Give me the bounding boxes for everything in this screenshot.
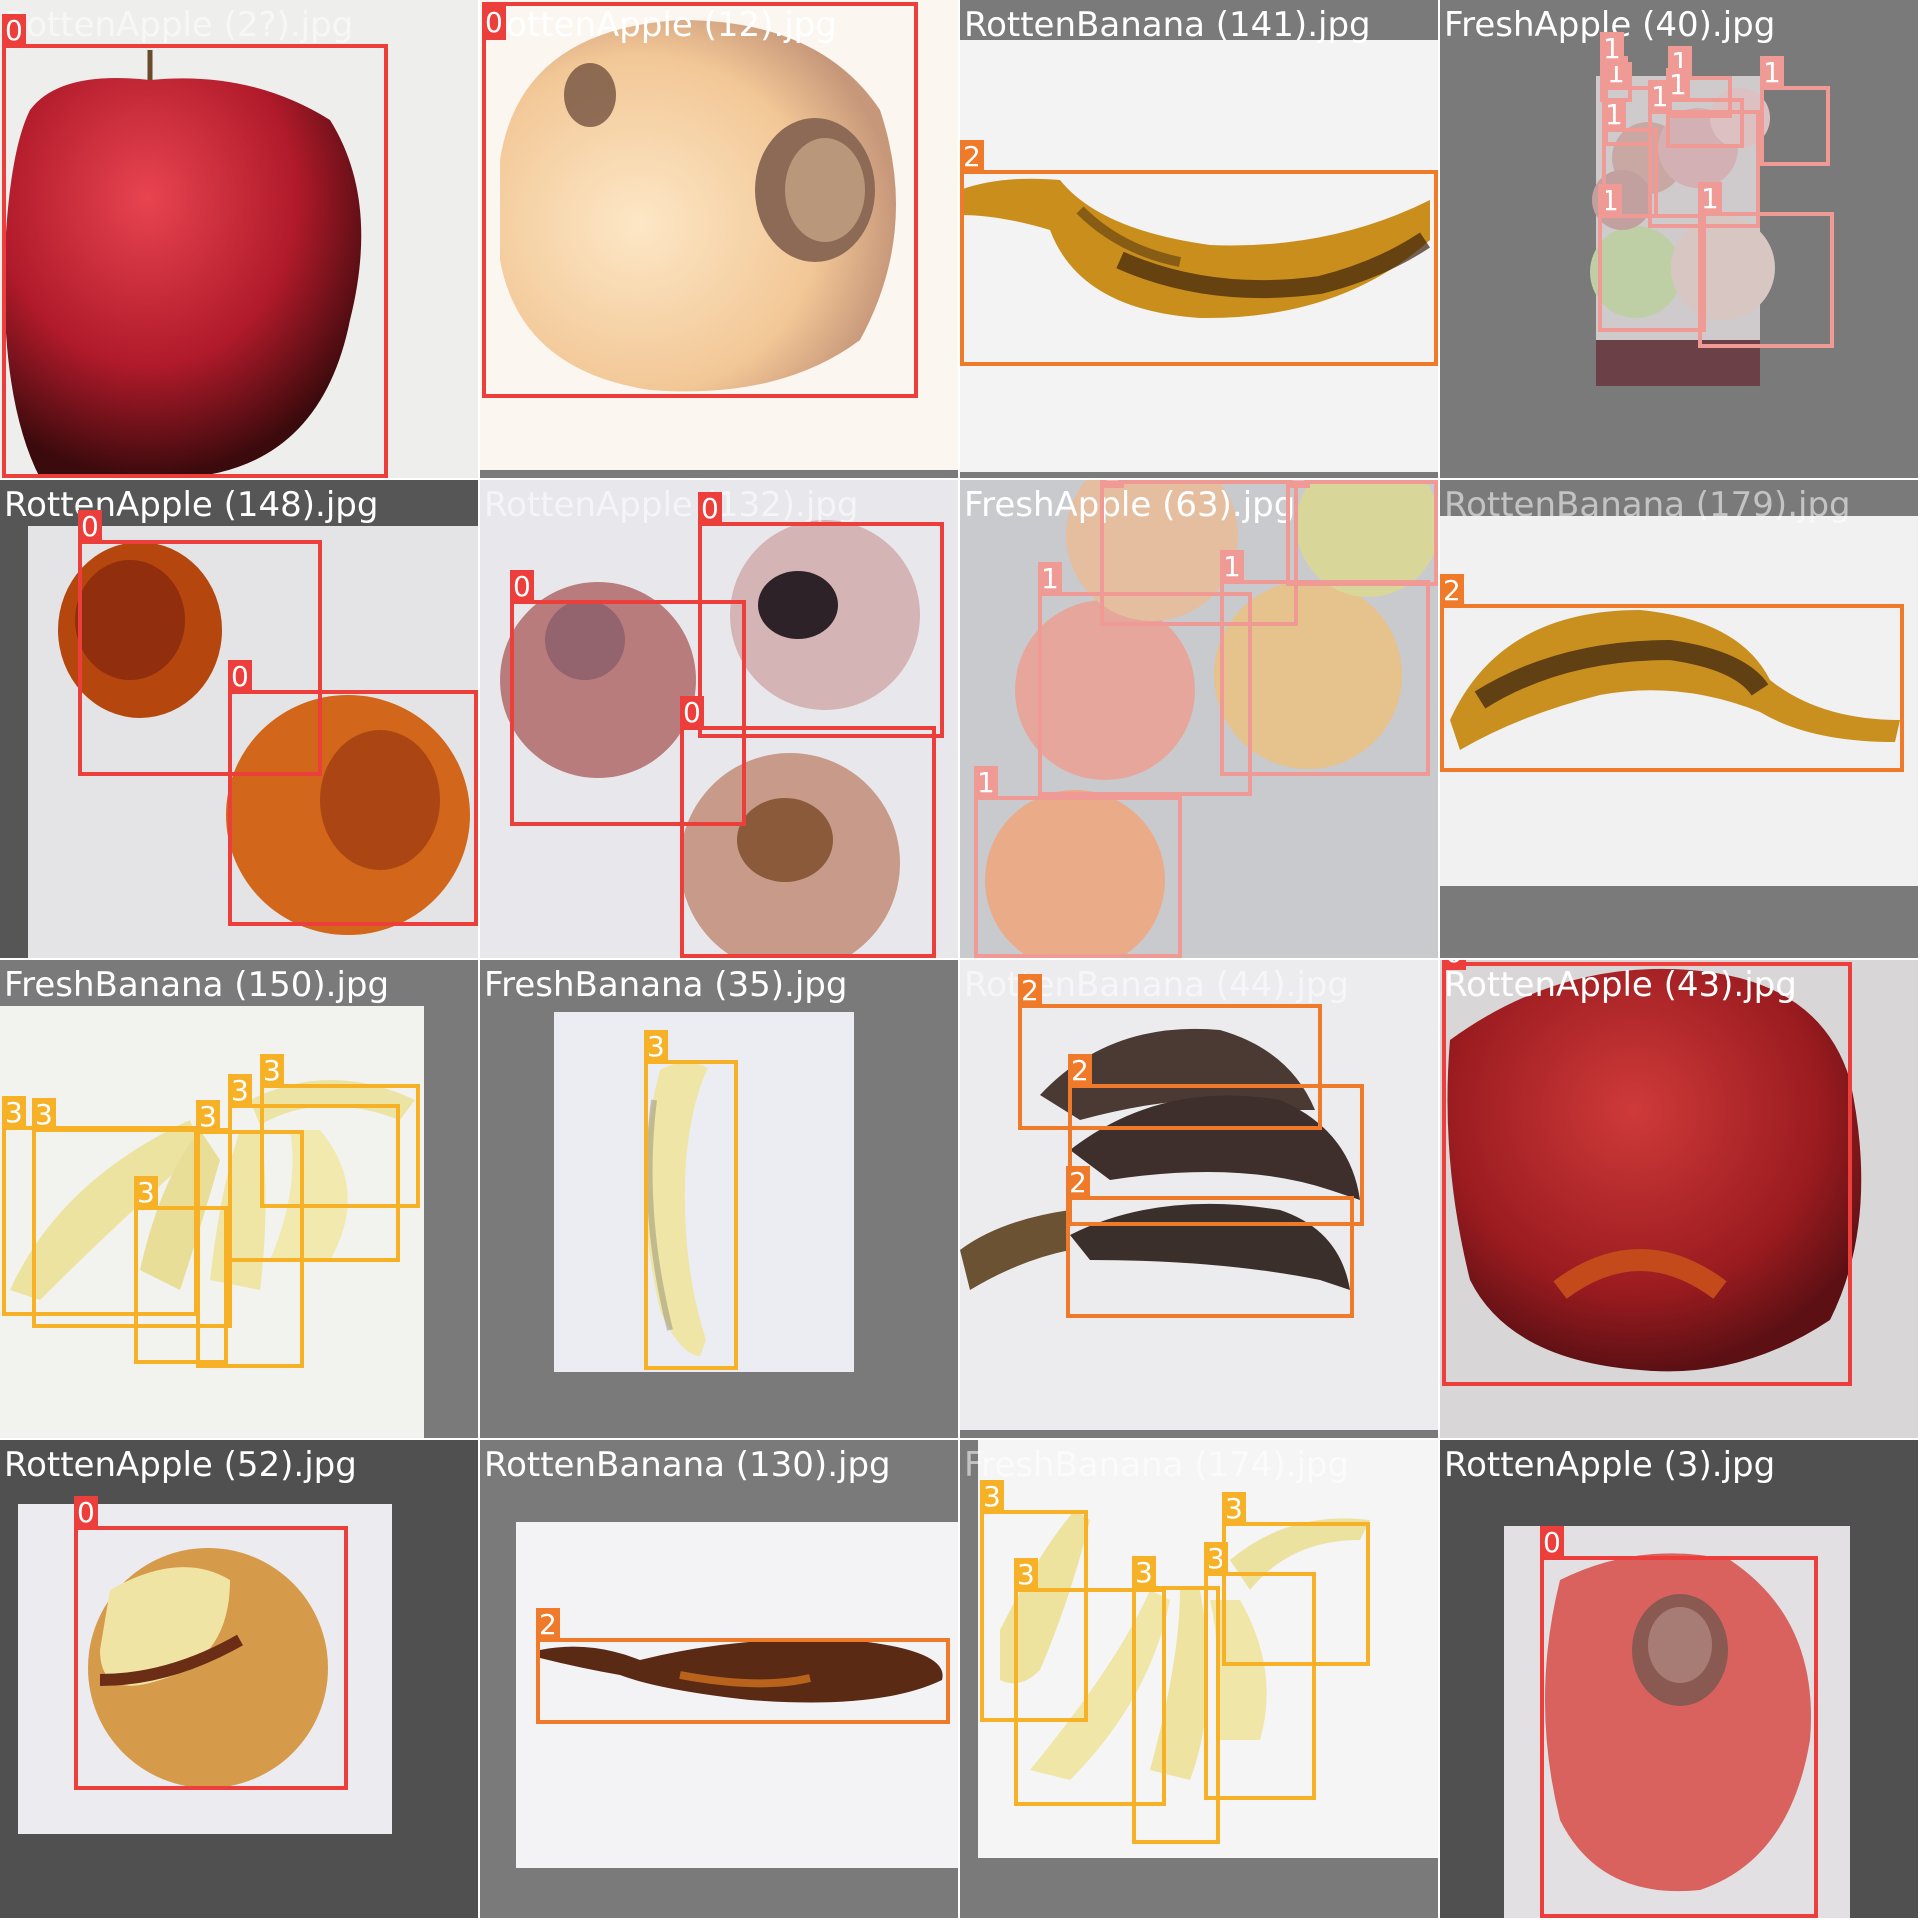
image-filename: RottenApple (3).jpg: [1444, 1445, 1776, 1485]
image-tile: RottenBanana (141).jpg 2: [960, 0, 1438, 478]
detection-box: 0: [698, 492, 944, 738]
class-label: 1: [1286, 480, 1310, 488]
image-tile: RottenApple (43).jpg 0: [1440, 960, 1918, 1438]
class-label: 2: [1066, 1166, 1090, 1200]
detection-box: 0: [228, 660, 478, 926]
class-label: 1: [1666, 68, 1690, 102]
detection-box: 0: [482, 2, 918, 398]
detection-box: 2: [1066, 1166, 1354, 1318]
image-tile: RottenApple (12).jpg 0: [480, 0, 958, 478]
class-label: 1: [1760, 56, 1784, 90]
detection-box: 0: [1442, 960, 1852, 1386]
detection-box: 1: [974, 766, 1182, 958]
detection-box: 0: [2, 14, 388, 478]
class-label: 3: [134, 1176, 158, 1210]
image-filename: RottenBanana (130).jpg: [484, 1445, 891, 1485]
detection-box: 0: [74, 1496, 348, 1790]
image-tile: RottenBanana (179).jpg 2: [1440, 480, 1918, 958]
class-label: 1: [1038, 562, 1062, 596]
detection-box: 0: [680, 696, 936, 958]
class-label: 3: [644, 1030, 668, 1064]
image-tile: RottenBanana (130).jpg 2: [480, 1440, 958, 1918]
class-label: 3: [2, 1096, 26, 1130]
detection-box: 2: [1440, 574, 1904, 772]
class-label: 2: [536, 1608, 560, 1642]
class-label: 1: [1600, 32, 1624, 66]
image-tile: RottenApple (2?).jpg 0: [0, 0, 478, 478]
class-label: 0: [680, 696, 704, 730]
image-tile: RottenApple (52).jpg 0: [0, 1440, 478, 1918]
detection-box: 3: [260, 1054, 420, 1208]
class-label: 2: [960, 140, 984, 174]
detection-box: 1: [1600, 32, 1632, 102]
class-label: 0: [510, 570, 534, 604]
class-label: 3: [260, 1054, 284, 1088]
class-label: 0: [698, 492, 722, 526]
class-label: 2: [1018, 974, 1042, 1008]
class-label: 1: [974, 766, 998, 800]
class-label: 2: [1440, 574, 1464, 608]
detection-box: 1: [1666, 68, 1744, 148]
image-tile: RottenApple (132).jpg 0 0 0: [480, 480, 958, 958]
class-label: 3: [196, 1100, 220, 1134]
image-filename: FreshBanana (35).jpg: [484, 965, 848, 1005]
image-tile: RottenBanana (44).jpg 2 2 2: [960, 960, 1438, 1438]
class-label: 3: [1222, 1492, 1246, 1526]
image-filename: FreshBanana (174).jpg: [964, 1445, 1350, 1485]
class-label: 0: [74, 1496, 98, 1530]
class-label: 3: [228, 1074, 252, 1108]
class-label: 0: [78, 510, 102, 544]
class-label: 1: [1100, 480, 1124, 488]
image-filename: RottenBanana (141).jpg: [964, 5, 1371, 45]
image-tile: FreshBanana (150).jpg 3 3 3 3 3 3: [0, 960, 478, 1438]
class-label: 2: [1068, 1054, 1092, 1088]
detection-box: 3: [1222, 1492, 1370, 1666]
class-label: 0: [2, 14, 26, 48]
image-filename: FreshBanana (150).jpg: [4, 965, 390, 1005]
class-label: 0: [1442, 960, 1466, 970]
detection-box: 1: [1100, 480, 1298, 626]
image-tile: RottenApple (148).jpg 0 0: [0, 480, 478, 958]
detection-box: 3: [644, 1030, 738, 1370]
image-tile: FreshApple (63).jpg 1 1 1 1 1: [960, 480, 1438, 958]
detection-box: 1: [1698, 182, 1834, 348]
class-label: 0: [1540, 1526, 1564, 1560]
class-label: 3: [980, 1480, 1004, 1514]
prediction-grid: RottenApple (2?).jpg 0 RottenApple (12).…: [0, 0, 1920, 1920]
detection-box: 2: [536, 1608, 950, 1724]
class-label: 3: [1014, 1558, 1038, 1592]
image-filename: RottenApple (2?).jpg: [4, 5, 354, 45]
class-label: 3: [32, 1098, 56, 1132]
image-tile: FreshBanana (174).jpg 3 3 3 3 3: [960, 1440, 1438, 1918]
image-filename: RottenApple (52).jpg: [4, 1445, 357, 1485]
class-label: 0: [228, 660, 252, 694]
detection-box: 1: [1760, 56, 1830, 166]
detection-box: 2: [960, 140, 1438, 366]
image-tile: FreshApple (40).jpg 1 1 1 1 1 1 1 1 1: [1440, 0, 1918, 478]
detection-box: 0: [1540, 1526, 1818, 1918]
detection-box: 1: [1598, 184, 1706, 332]
detection-box: 1: [1286, 480, 1438, 586]
class-label: 3: [1132, 1556, 1156, 1590]
image-tile: FreshBanana (35).jpg 3: [480, 960, 958, 1438]
class-label: 0: [482, 6, 506, 40]
image-filename: RottenBanana (179).jpg: [1444, 485, 1851, 525]
image-filename: RottenApple (148).jpg: [4, 485, 379, 525]
image-tile: RottenApple (3).jpg 0: [1440, 1440, 1918, 1918]
